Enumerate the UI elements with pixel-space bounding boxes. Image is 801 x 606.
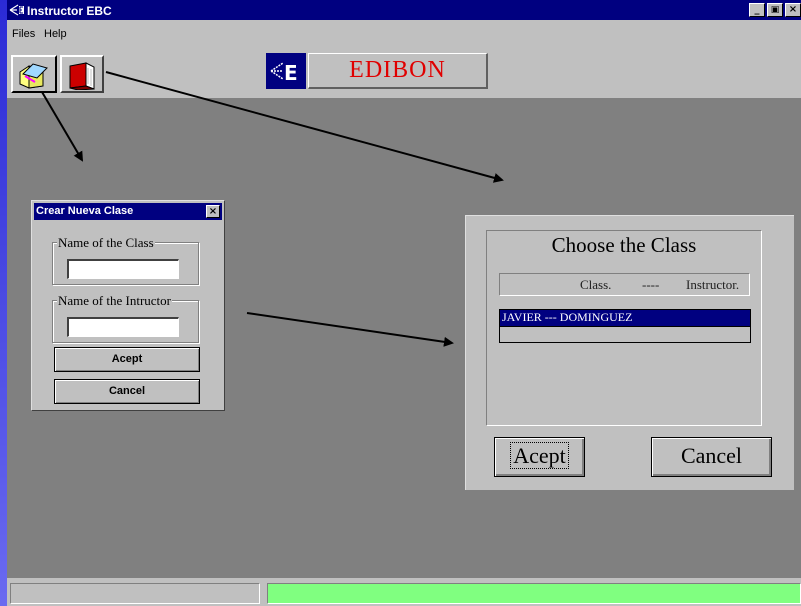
minimize-icon[interactable]: _	[749, 3, 765, 17]
new-class-dialog-titlebar[interactable]: Crear Nueva Clase ×	[34, 203, 222, 220]
menu-files[interactable]: Files	[12, 28, 35, 40]
menu-help[interactable]: Help	[44, 28, 67, 40]
cancel-button-label: Cancel	[680, 443, 743, 468]
choose-class-button[interactable]	[60, 55, 104, 93]
background-strip	[0, 0, 7, 606]
edibon-logo-icon: E	[266, 53, 306, 89]
open-folder-icon	[19, 63, 48, 89]
slide: Instructor EBC _ ▣ × Files Help E EDIBON…	[0, 0, 801, 606]
accept-button[interactable]: Acept	[494, 437, 585, 477]
logo-mark-letter: E	[284, 61, 298, 85]
edibon-logo-text: EDIBON	[308, 53, 488, 89]
new-class-button[interactable]	[11, 55, 57, 93]
menu-bar: Files Help	[7, 20, 801, 44]
instructor-name-group: Name of the Intructor	[52, 293, 199, 343]
class-list-header: Class. ---- Instructor.	[499, 273, 750, 296]
close-icon[interactable]: ×	[206, 205, 220, 218]
accept-button[interactable]: Acept	[54, 347, 200, 372]
class-name-label: Name of the Class	[57, 235, 155, 251]
instructor-column-header: Instructor.	[686, 277, 740, 292]
class-column-header: Class.	[580, 277, 612, 292]
status-pane-left	[10, 583, 260, 604]
new-class-dialog-title: Crear Nueva Clase	[36, 205, 134, 217]
close-icon[interactable]: ×	[785, 3, 801, 17]
instructor-name-input[interactable]	[67, 317, 179, 337]
instructor-name-label: Name of the Intructor	[57, 293, 172, 309]
app-icon	[9, 3, 25, 17]
header-separator: ----	[642, 277, 660, 292]
title-bar[interactable]: Instructor EBC _ ▣ ×	[7, 0, 801, 20]
status-bar	[7, 578, 801, 606]
list-item[interactable]: JAVIER --- DOMINGUEZ	[500, 310, 750, 327]
cancel-button[interactable]: Cancel	[651, 437, 772, 477]
class-name-group: Name of the Class	[52, 235, 199, 285]
window-controls: _ ▣ ×	[749, 3, 801, 17]
class-list[interactable]: JAVIER --- DOMINGUEZ	[499, 309, 751, 343]
choose-class-title: Choose the Class	[551, 233, 697, 257]
cancel-button[interactable]: Cancel	[54, 379, 200, 404]
book-icon	[69, 62, 95, 90]
edibon-logo: E EDIBON	[266, 53, 488, 89]
choose-class-panel: Choose the Class Class. ---- Instructor.…	[486, 230, 762, 426]
window-title: Instructor EBC	[27, 3, 112, 18]
status-pane-right	[267, 583, 801, 604]
maximize-icon[interactable]: ▣	[767, 3, 783, 17]
class-name-input[interactable]	[67, 259, 179, 279]
choose-class-dialog: Choose the Class Class. ---- Instructor.…	[465, 215, 794, 490]
new-class-dialog: Crear Nueva Clase × Name of the Class Na…	[31, 200, 225, 411]
accept-button-label: Acept	[510, 442, 569, 469]
